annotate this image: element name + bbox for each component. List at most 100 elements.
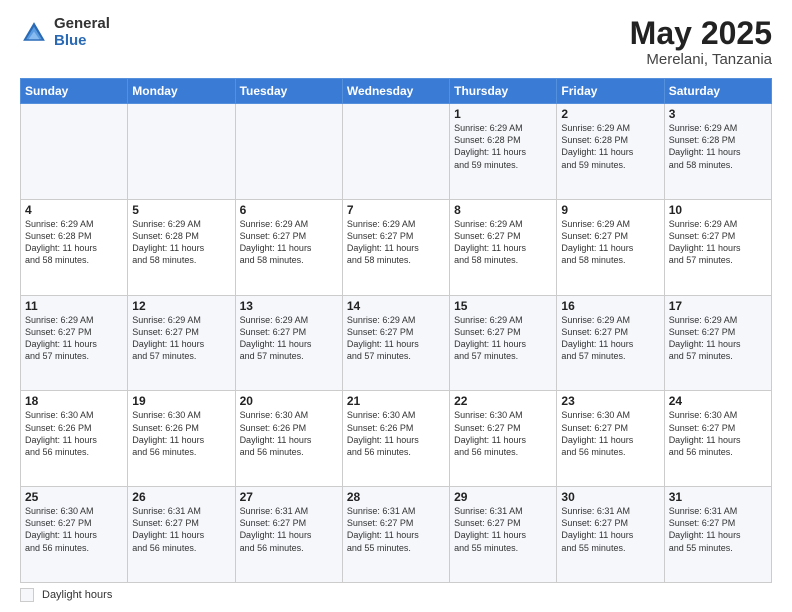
day-info: Sunrise: 6:30 AM Sunset: 6:26 PM Dayligh… xyxy=(240,409,338,458)
day-number: 11 xyxy=(25,299,123,313)
day-info: Sunrise: 6:31 AM Sunset: 6:27 PM Dayligh… xyxy=(132,505,230,554)
table-row: 18Sunrise: 6:30 AM Sunset: 6:26 PM Dayli… xyxy=(21,391,128,487)
calendar-week-row: 25Sunrise: 6:30 AM Sunset: 6:27 PM Dayli… xyxy=(21,487,772,583)
calendar-table: Sunday Monday Tuesday Wednesday Thursday… xyxy=(20,78,772,583)
day-info: Sunrise: 6:29 AM Sunset: 6:27 PM Dayligh… xyxy=(454,218,552,267)
table-row: 1Sunrise: 6:29 AM Sunset: 6:28 PM Daylig… xyxy=(450,104,557,200)
col-saturday: Saturday xyxy=(664,79,771,104)
day-number: 29 xyxy=(454,490,552,504)
day-info: Sunrise: 6:29 AM Sunset: 6:27 PM Dayligh… xyxy=(132,314,230,363)
col-monday: Monday xyxy=(128,79,235,104)
table-row xyxy=(21,104,128,200)
logo-blue-text: Blue xyxy=(54,33,110,50)
table-row: 12Sunrise: 6:29 AM Sunset: 6:27 PM Dayli… xyxy=(128,295,235,391)
table-row: 11Sunrise: 6:29 AM Sunset: 6:27 PM Dayli… xyxy=(21,295,128,391)
table-row xyxy=(342,104,449,200)
day-info: Sunrise: 6:29 AM Sunset: 6:27 PM Dayligh… xyxy=(25,314,123,363)
day-info: Sunrise: 6:29 AM Sunset: 6:27 PM Dayligh… xyxy=(240,218,338,267)
day-number: 9 xyxy=(561,203,659,217)
day-number: 19 xyxy=(132,394,230,408)
day-number: 30 xyxy=(561,490,659,504)
logo-text: General Blue xyxy=(54,16,110,49)
table-row: 20Sunrise: 6:30 AM Sunset: 6:26 PM Dayli… xyxy=(235,391,342,487)
col-friday: Friday xyxy=(557,79,664,104)
table-row: 14Sunrise: 6:29 AM Sunset: 6:27 PM Dayli… xyxy=(342,295,449,391)
table-row: 2Sunrise: 6:29 AM Sunset: 6:28 PM Daylig… xyxy=(557,104,664,200)
table-row: 24Sunrise: 6:30 AM Sunset: 6:27 PM Dayli… xyxy=(664,391,771,487)
footer: Daylight hours xyxy=(20,588,772,602)
day-info: Sunrise: 6:29 AM Sunset: 6:28 PM Dayligh… xyxy=(561,122,659,171)
table-row: 26Sunrise: 6:31 AM Sunset: 6:27 PM Dayli… xyxy=(128,487,235,583)
day-info: Sunrise: 6:29 AM Sunset: 6:28 PM Dayligh… xyxy=(25,218,123,267)
table-row: 6Sunrise: 6:29 AM Sunset: 6:27 PM Daylig… xyxy=(235,199,342,295)
day-info: Sunrise: 6:29 AM Sunset: 6:27 PM Dayligh… xyxy=(454,314,552,363)
day-info: Sunrise: 6:30 AM Sunset: 6:27 PM Dayligh… xyxy=(454,409,552,458)
daylight-box-icon xyxy=(20,588,34,602)
day-info: Sunrise: 6:31 AM Sunset: 6:27 PM Dayligh… xyxy=(669,505,767,554)
day-info: Sunrise: 6:30 AM Sunset: 6:26 PM Dayligh… xyxy=(347,409,445,458)
calendar-week-row: 1Sunrise: 6:29 AM Sunset: 6:28 PM Daylig… xyxy=(21,104,772,200)
day-info: Sunrise: 6:29 AM Sunset: 6:28 PM Dayligh… xyxy=(454,122,552,171)
calendar-week-row: 4Sunrise: 6:29 AM Sunset: 6:28 PM Daylig… xyxy=(21,199,772,295)
day-number: 18 xyxy=(25,394,123,408)
table-row: 13Sunrise: 6:29 AM Sunset: 6:27 PM Dayli… xyxy=(235,295,342,391)
table-row: 21Sunrise: 6:30 AM Sunset: 6:26 PM Dayli… xyxy=(342,391,449,487)
table-row: 28Sunrise: 6:31 AM Sunset: 6:27 PM Dayli… xyxy=(342,487,449,583)
table-row: 5Sunrise: 6:29 AM Sunset: 6:28 PM Daylig… xyxy=(128,199,235,295)
header: General Blue May 2025 Merelani, Tanzania xyxy=(20,16,772,68)
day-number: 16 xyxy=(561,299,659,313)
table-row: 17Sunrise: 6:29 AM Sunset: 6:27 PM Dayli… xyxy=(664,295,771,391)
day-info: Sunrise: 6:30 AM Sunset: 6:27 PM Dayligh… xyxy=(561,409,659,458)
day-number: 2 xyxy=(561,107,659,121)
table-row: 10Sunrise: 6:29 AM Sunset: 6:27 PM Dayli… xyxy=(664,199,771,295)
table-row: 16Sunrise: 6:29 AM Sunset: 6:27 PM Dayli… xyxy=(557,295,664,391)
col-sunday: Sunday xyxy=(21,79,128,104)
day-info: Sunrise: 6:31 AM Sunset: 6:27 PM Dayligh… xyxy=(240,505,338,554)
day-number: 13 xyxy=(240,299,338,313)
day-number: 7 xyxy=(347,203,445,217)
day-info: Sunrise: 6:29 AM Sunset: 6:28 PM Dayligh… xyxy=(669,122,767,171)
day-number: 22 xyxy=(454,394,552,408)
day-info: Sunrise: 6:29 AM Sunset: 6:27 PM Dayligh… xyxy=(561,218,659,267)
day-number: 8 xyxy=(454,203,552,217)
day-number: 15 xyxy=(454,299,552,313)
day-info: Sunrise: 6:31 AM Sunset: 6:27 PM Dayligh… xyxy=(454,505,552,554)
table-row: 25Sunrise: 6:30 AM Sunset: 6:27 PM Dayli… xyxy=(21,487,128,583)
table-row: 19Sunrise: 6:30 AM Sunset: 6:26 PM Dayli… xyxy=(128,391,235,487)
table-row: 22Sunrise: 6:30 AM Sunset: 6:27 PM Dayli… xyxy=(450,391,557,487)
calendar-week-row: 11Sunrise: 6:29 AM Sunset: 6:27 PM Dayli… xyxy=(21,295,772,391)
title-block: May 2025 Merelani, Tanzania xyxy=(630,16,772,68)
day-number: 17 xyxy=(669,299,767,313)
day-number: 26 xyxy=(132,490,230,504)
logo-icon xyxy=(20,19,48,47)
col-wednesday: Wednesday xyxy=(342,79,449,104)
day-number: 1 xyxy=(454,107,552,121)
table-row: 9Sunrise: 6:29 AM Sunset: 6:27 PM Daylig… xyxy=(557,199,664,295)
table-row: 3Sunrise: 6:29 AM Sunset: 6:28 PM Daylig… xyxy=(664,104,771,200)
day-info: Sunrise: 6:31 AM Sunset: 6:27 PM Dayligh… xyxy=(561,505,659,554)
table-row: 23Sunrise: 6:30 AM Sunset: 6:27 PM Dayli… xyxy=(557,391,664,487)
daylight-label: Daylight hours xyxy=(42,589,112,601)
table-row: 7Sunrise: 6:29 AM Sunset: 6:27 PM Daylig… xyxy=(342,199,449,295)
day-info: Sunrise: 6:29 AM Sunset: 6:27 PM Dayligh… xyxy=(669,314,767,363)
day-info: Sunrise: 6:29 AM Sunset: 6:27 PM Dayligh… xyxy=(669,218,767,267)
day-number: 31 xyxy=(669,490,767,504)
day-info: Sunrise: 6:30 AM Sunset: 6:27 PM Dayligh… xyxy=(25,505,123,554)
table-row: 15Sunrise: 6:29 AM Sunset: 6:27 PM Dayli… xyxy=(450,295,557,391)
day-info: Sunrise: 6:29 AM Sunset: 6:27 PM Dayligh… xyxy=(561,314,659,363)
table-row: 29Sunrise: 6:31 AM Sunset: 6:27 PM Dayli… xyxy=(450,487,557,583)
calendar-header-row: Sunday Monday Tuesday Wednesday Thursday… xyxy=(21,79,772,104)
day-number: 12 xyxy=(132,299,230,313)
day-number: 24 xyxy=(669,394,767,408)
day-info: Sunrise: 6:29 AM Sunset: 6:28 PM Dayligh… xyxy=(132,218,230,267)
logo: General Blue xyxy=(20,16,110,49)
logo-general-text: General xyxy=(54,16,110,33)
col-thursday: Thursday xyxy=(450,79,557,104)
day-info: Sunrise: 6:30 AM Sunset: 6:26 PM Dayligh… xyxy=(132,409,230,458)
table-row: 8Sunrise: 6:29 AM Sunset: 6:27 PM Daylig… xyxy=(450,199,557,295)
day-info: Sunrise: 6:31 AM Sunset: 6:27 PM Dayligh… xyxy=(347,505,445,554)
day-info: Sunrise: 6:30 AM Sunset: 6:26 PM Dayligh… xyxy=(25,409,123,458)
day-number: 4 xyxy=(25,203,123,217)
day-number: 23 xyxy=(561,394,659,408)
month-title: May 2025 xyxy=(630,16,772,51)
